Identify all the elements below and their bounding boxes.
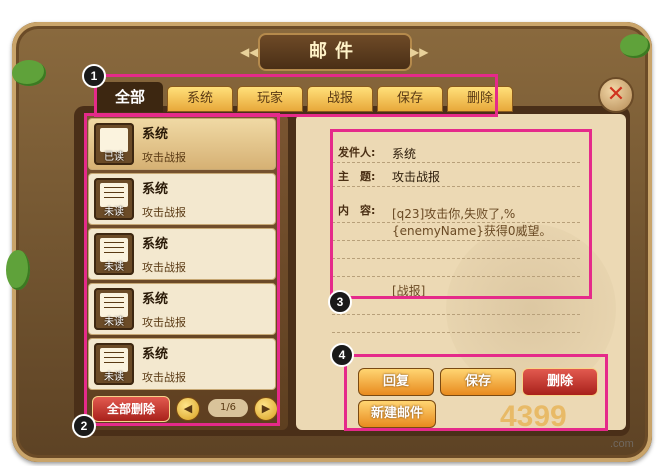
- window-title: 邮件: [258, 33, 412, 71]
- callout-number: 3: [328, 290, 352, 314]
- callout-number: 2: [72, 414, 96, 438]
- title-right-arrows-icon: ▶▶: [410, 45, 429, 59]
- watermark-domain: .com: [610, 438, 634, 450]
- vine-decoration: [620, 34, 650, 58]
- callout-number: 4: [330, 343, 354, 367]
- callout-box-list: [84, 113, 280, 426]
- title-left-arrows-icon: ◀◀: [240, 45, 259, 59]
- callout-box-detail: [330, 129, 592, 299]
- divider: [332, 314, 580, 315]
- divider: [332, 332, 580, 333]
- callout-box-actions: [344, 354, 608, 431]
- callout-box-tabs: [94, 74, 498, 117]
- callout-number: 1: [82, 64, 106, 88]
- vine-decoration: [6, 250, 30, 290]
- watermark-logo: 4399: [500, 400, 567, 433]
- close-icon[interactable]: ✕: [598, 77, 634, 113]
- vine-decoration: [12, 60, 46, 86]
